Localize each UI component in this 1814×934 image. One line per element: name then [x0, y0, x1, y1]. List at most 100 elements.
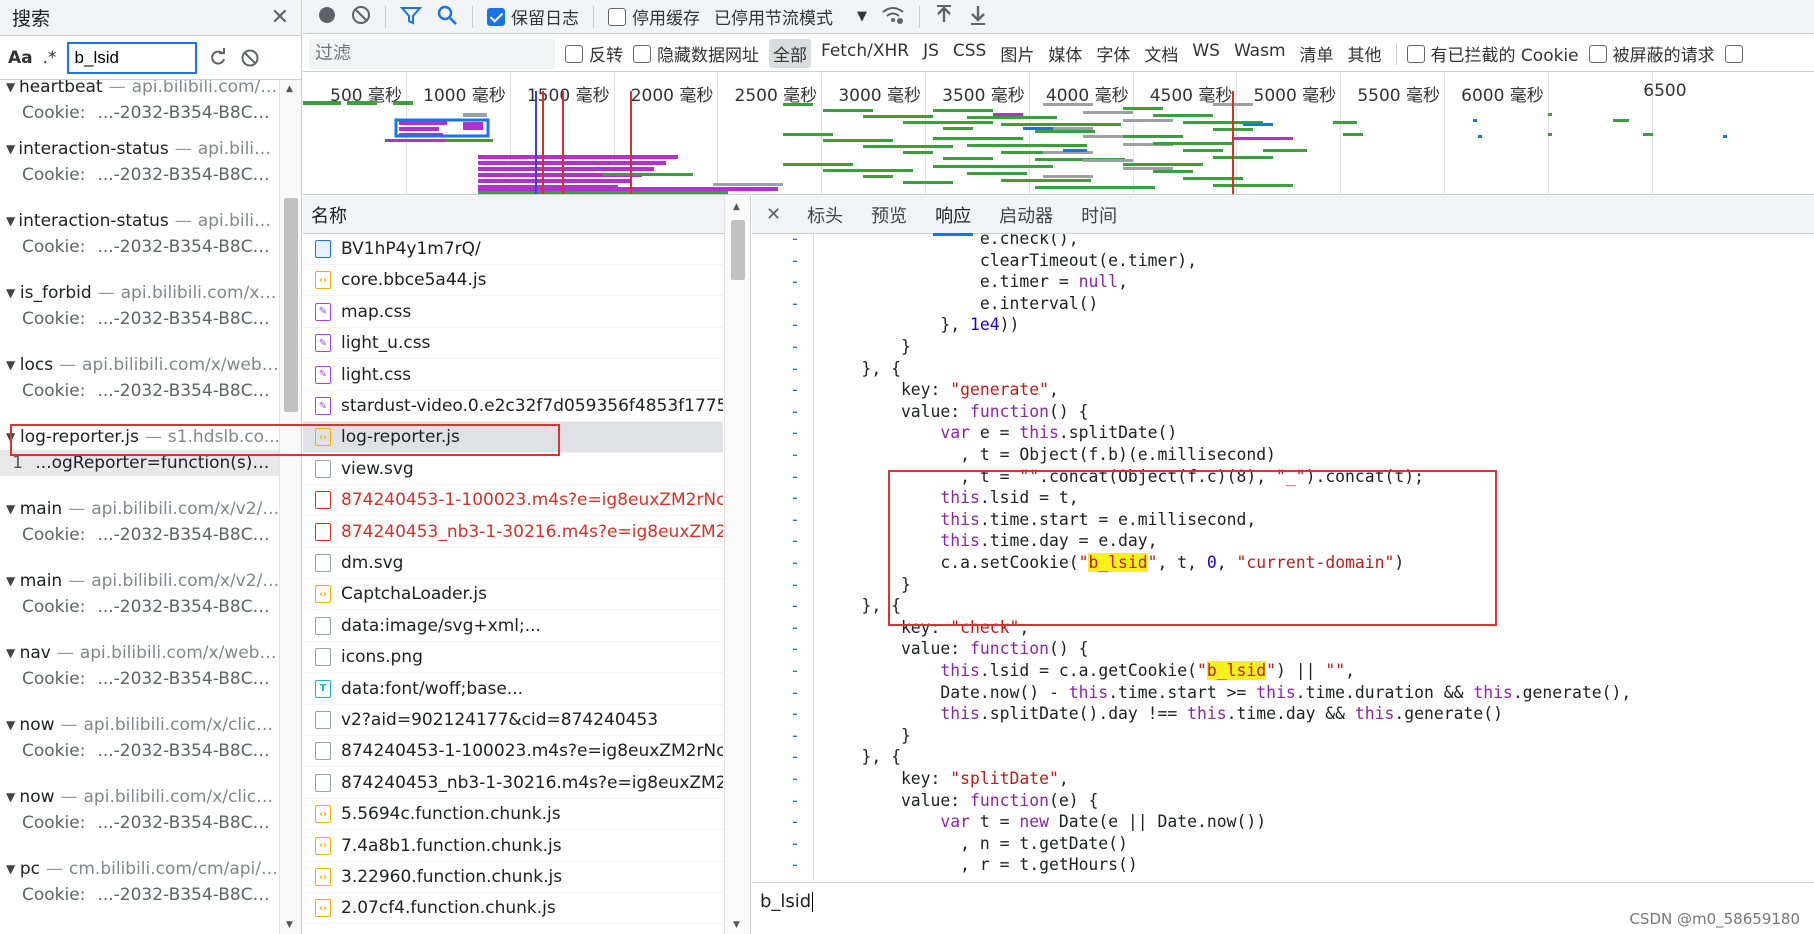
request-row[interactable]: data:image/svg+xml;...	[303, 611, 723, 642]
search-result[interactable]: ▼ main — api.bilibili.com/x/v2/r... Cookie:.…	[0, 496, 280, 548]
type-filter-5[interactable]: 媒体	[1044, 39, 1086, 68]
request-row[interactable]: ‹› 2.07cf4.function.chunk.js	[303, 893, 723, 925]
expand-triangle-icon[interactable]: ▼	[0, 358, 20, 372]
scroll-up-icon[interactable]: ▲	[733, 202, 740, 212]
type-filter-10[interactable]: 清单	[1296, 39, 1338, 68]
results-scrollbar[interactable]: ▲ ▼	[279, 80, 301, 934]
throttling-select[interactable]: 已停用节流模式 ▼	[714, 4, 867, 29]
scroll-thumb[interactable]	[284, 198, 298, 412]
expand-triangle-icon[interactable]: ▼	[0, 574, 20, 588]
tab-0[interactable]: 标头	[805, 196, 845, 236]
request-row[interactable]: ✎ stardust-video.0.e2c32f7d059356f4853f17…	[303, 391, 723, 422]
tab-1[interactable]: 预览	[869, 196, 909, 236]
request-row[interactable]: ✎ map.css	[303, 297, 723, 328]
record-icon[interactable]	[317, 5, 337, 29]
search-result-header[interactable]: ▼ now — api.bilibili.com/x/click-...	[0, 784, 280, 810]
match-case-toggle[interactable]: Aa	[8, 48, 33, 68]
search-result[interactable]: ▼ is_forbid — api.bilibili.com/x/... Cookie:…	[0, 280, 280, 332]
close-icon[interactable]: ✕	[766, 204, 781, 225]
name-column-header[interactable]: 名称	[303, 196, 750, 234]
request-row[interactable]: ‹› CaptchaLoader.js	[303, 579, 723, 611]
expand-triangle-icon[interactable]: ▼	[0, 646, 20, 660]
search-result[interactable]: ▼ main — api.bilibili.com/x/v2/r... Cookie:.…	[0, 568, 280, 620]
type-filter-9[interactable]: Wasm	[1230, 39, 1290, 68]
expand-triangle-icon[interactable]: ▼	[0, 430, 20, 444]
tab-2[interactable]: 响应	[933, 196, 974, 236]
invert-checkbox[interactable]: 反转	[565, 41, 623, 66]
search-result-header[interactable]: ▼ locs — api.bilibili.com/x/web-...	[0, 352, 280, 378]
search-match-line[interactable]: Cookie: ...-2032-B354-B8CC-...	[0, 100, 280, 126]
request-row[interactable]: Tdata:font/woff;base...	[303, 674, 723, 705]
search-icon[interactable]	[436, 4, 458, 30]
scroll-down-icon[interactable]: ▼	[286, 920, 293, 930]
expand-triangle-icon[interactable]: ▼	[0, 502, 20, 516]
search-match-line[interactable]: Cookie: ...-2032-B354-B8CC-...	[0, 162, 280, 188]
search-result[interactable]: ▼ now — api.bilibili.com/x/click-... Cookie:…	[0, 784, 280, 836]
expand-triangle-icon[interactable]: ▼	[0, 142, 18, 156]
search-result-header[interactable]: ▼ main — api.bilibili.com/x/v2/r...	[0, 568, 280, 594]
search-match-line[interactable]: Cookie: ...-2032-B354-B8CC-...	[0, 666, 280, 692]
search-match-line[interactable]: Cookie: ...-2032-B354-B8CC-...	[0, 378, 280, 404]
type-filter-1[interactable]: Fetch/XHR	[817, 39, 913, 68]
search-match-line[interactable]: Cookie: ...-2032-B354-B8CC-...	[0, 738, 280, 764]
expand-triangle-icon[interactable]: ▼	[0, 862, 20, 876]
request-row[interactable]: 874240453-1-100023.m4s?e=ig8euxZM2rNcNb.…	[303, 485, 723, 517]
expand-triangle-icon[interactable]: ▼	[0, 718, 19, 732]
search-result-header[interactable]: ▼ now — api.bilibili.com/x/click-...	[0, 712, 280, 738]
search-match-line[interactable]: 1 ...ogReporter=function(s){f...	[0, 450, 280, 476]
scroll-thumb[interactable]	[731, 220, 745, 280]
blocked-cookies-checkbox[interactable]: 有已拦截的 Cookie	[1406, 41, 1579, 66]
request-row[interactable]: v2?aid=902124177&cid=874240453	[303, 705, 723, 736]
type-filter-3[interactable]: CSS	[949, 39, 990, 68]
search-result-header[interactable]: ▼interaction-status—api.bilibil...	[0, 208, 280, 234]
request-row[interactable]: dm.svg	[303, 548, 723, 579]
hide-data-urls-checkbox[interactable]: 隐藏数据网址	[633, 41, 759, 66]
request-row[interactable]: ‹› 3.22960.function.chunk.js	[303, 862, 723, 893]
expand-triangle-icon[interactable]: ▼	[0, 286, 20, 300]
request-row[interactable]: ‹› log-reporter.js	[303, 422, 723, 454]
type-filter-0[interactable]: 全部	[769, 39, 811, 68]
refresh-icon[interactable]	[207, 47, 229, 69]
request-row[interactable]: ✎ light_u.css	[303, 328, 723, 360]
search-match-line[interactable]: Cookie: ...-2032-B354-B8CC-...	[0, 594, 280, 620]
search-result[interactable]: ▼interaction-status—api.bilibil...Cookie…	[0, 136, 280, 188]
scroll-up-icon[interactable]: ▲	[286, 84, 293, 94]
search-input[interactable]	[66, 41, 197, 74]
search-match-line[interactable]: Cookie: ...-2032-B354-B8CC-...	[0, 522, 280, 548]
request-row[interactable]: ‹› 5.5694c.function.chunk.js	[303, 799, 723, 831]
search-result[interactable]: ▼ now — api.bilibili.com/x/click-... Cookie:…	[0, 712, 280, 764]
third-party-checkbox[interactable]	[1724, 44, 1743, 63]
search-result[interactable]: ▼ locs — api.bilibili.com/x/web-... Cookie:.…	[0, 352, 280, 404]
search-result-header[interactable]: ▼ main — api.bilibili.com/x/v2/r...	[0, 496, 280, 522]
request-list-scrollbar[interactable]: ▲ ▼	[724, 196, 750, 934]
search-result[interactable]: ▼ pc — cm.bilibili.com/cm/api/f... Cookie:..…	[0, 856, 280, 908]
expand-triangle-icon[interactable]: ▼	[0, 790, 19, 804]
type-filter-4[interactable]: 图片	[996, 39, 1038, 68]
expand-triangle-icon[interactable]: ▼	[0, 214, 18, 228]
request-row[interactable]: ‹› core.bbce5a44.js	[303, 265, 723, 297]
request-row[interactable]: 874240453_nb3-1-30216.m4s?e=ig8euxZM2rNc	[303, 768, 723, 799]
close-icon[interactable]: ✕	[271, 5, 289, 30]
request-row[interactable]: 874240453-1-100023.m4s?e=ig8euxZM2rNcNb.…	[303, 736, 723, 768]
type-filter-6[interactable]: 字体	[1092, 39, 1134, 68]
filter-input[interactable]	[309, 38, 555, 69]
type-filter-8[interactable]: WS	[1188, 39, 1224, 68]
search-result-header[interactable]: ▼ pc — cm.bilibili.com/cm/api/f...	[0, 856, 280, 882]
timeline-overview[interactable]: 500 毫秒 1000 毫秒 1500 毫秒 2000 毫秒 2500 毫秒 3000 毫…	[303, 73, 1814, 195]
search-match-line[interactable]: Cookie: ...-2032-B354-B8CC-...	[0, 234, 280, 260]
blocked-requests-checkbox[interactable]: 被屏蔽的请求	[1588, 41, 1715, 66]
network-conditions-icon[interactable]	[881, 4, 905, 30]
export-icon[interactable]	[968, 4, 988, 30]
disable-cache-checkbox[interactable]: 停用缓存	[608, 4, 700, 29]
filter-icon[interactable]	[399, 5, 423, 29]
clear-log-icon[interactable]	[351, 5, 371, 29]
request-row[interactable]: 874240453_nb3-1-30216.m4s?e=ig8euxZM2rNc	[303, 517, 723, 548]
type-filter-7[interactable]: 文档	[1140, 39, 1182, 68]
search-result-header[interactable]: ▼ log-reporter.js — s1.hdslb.co...	[0, 424, 280, 450]
tab-3[interactable]: 启动器	[997, 196, 1055, 236]
search-result-header[interactable]: ▼ nav — api.bilibili.com/x/web-i...	[0, 640, 280, 666]
search-result[interactable]: ▼ log-reporter.js — s1.hdslb.co... 1 ...ogRep…	[0, 424, 280, 476]
search-result-header[interactable]: ▼interaction-status—api.bilibil...	[0, 136, 280, 162]
tab-4[interactable]: 时间	[1079, 196, 1119, 236]
search-result-header[interactable]: ▼ heartbeat — api.bilibili.com/x/...	[0, 80, 280, 100]
